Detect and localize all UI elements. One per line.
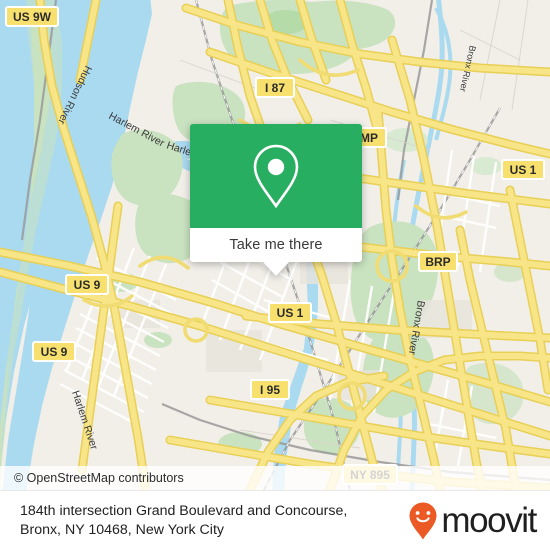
- shield-brp: BRP: [418, 251, 458, 272]
- moovit-brand[interactable]: moovit: [408, 501, 537, 541]
- shield-i-95: I 95: [250, 379, 290, 400]
- map-attribution-bar: © OpenStreetMap contributors: [0, 466, 550, 490]
- svg-text:I 87: I 87: [265, 81, 285, 95]
- address-line-2: Bronx, NY 10468, New York City: [20, 521, 224, 538]
- openstreetmap-attribution: © OpenStreetMap contributors: [14, 471, 184, 485]
- svg-text:US 9: US 9: [74, 278, 101, 292]
- location-address: 184th intersection Grand Boulevard and C…: [20, 502, 347, 540]
- shield-us-1-center: US 1: [268, 302, 312, 323]
- shield-us-9-lower: US 9: [32, 341, 76, 362]
- svg-text:MP: MP: [360, 131, 378, 145]
- map-pin-icon: [253, 144, 299, 209]
- take-me-there-label: Take me there: [229, 237, 323, 253]
- destination-popup[interactable]: Take me there: [190, 124, 362, 276]
- popup-header: [190, 124, 362, 228]
- shield-us-1-upper: US 1: [501, 159, 545, 180]
- popup-action-bar[interactable]: Take me there: [190, 228, 362, 276]
- shield-us-9-upper: US 9: [65, 274, 109, 295]
- moovit-pin-smiley-icon: [409, 502, 437, 539]
- shield-us-9w: US 9W: [5, 6, 59, 27]
- svg-text:US 1: US 1: [510, 163, 537, 177]
- svg-text:US 9: US 9: [41, 345, 68, 359]
- map-canvas[interactable]: Hudson River Harlem River Harlem Harlem …: [0, 0, 550, 490]
- svg-text:I 95: I 95: [260, 383, 280, 397]
- svg-text:US 9W: US 9W: [13, 10, 52, 24]
- svg-text:US 1: US 1: [277, 306, 304, 320]
- svg-text:BRP: BRP: [425, 255, 450, 269]
- moovit-wordmark: moovit: [441, 501, 537, 540]
- address-line-1: 184th intersection Grand Boulevard and C…: [20, 502, 348, 519]
- shield-i-87: I 87: [255, 77, 295, 98]
- footer-bar: 184th intersection Grand Boulevard and C…: [0, 490, 550, 550]
- popup-tail-pointer: [263, 262, 289, 276]
